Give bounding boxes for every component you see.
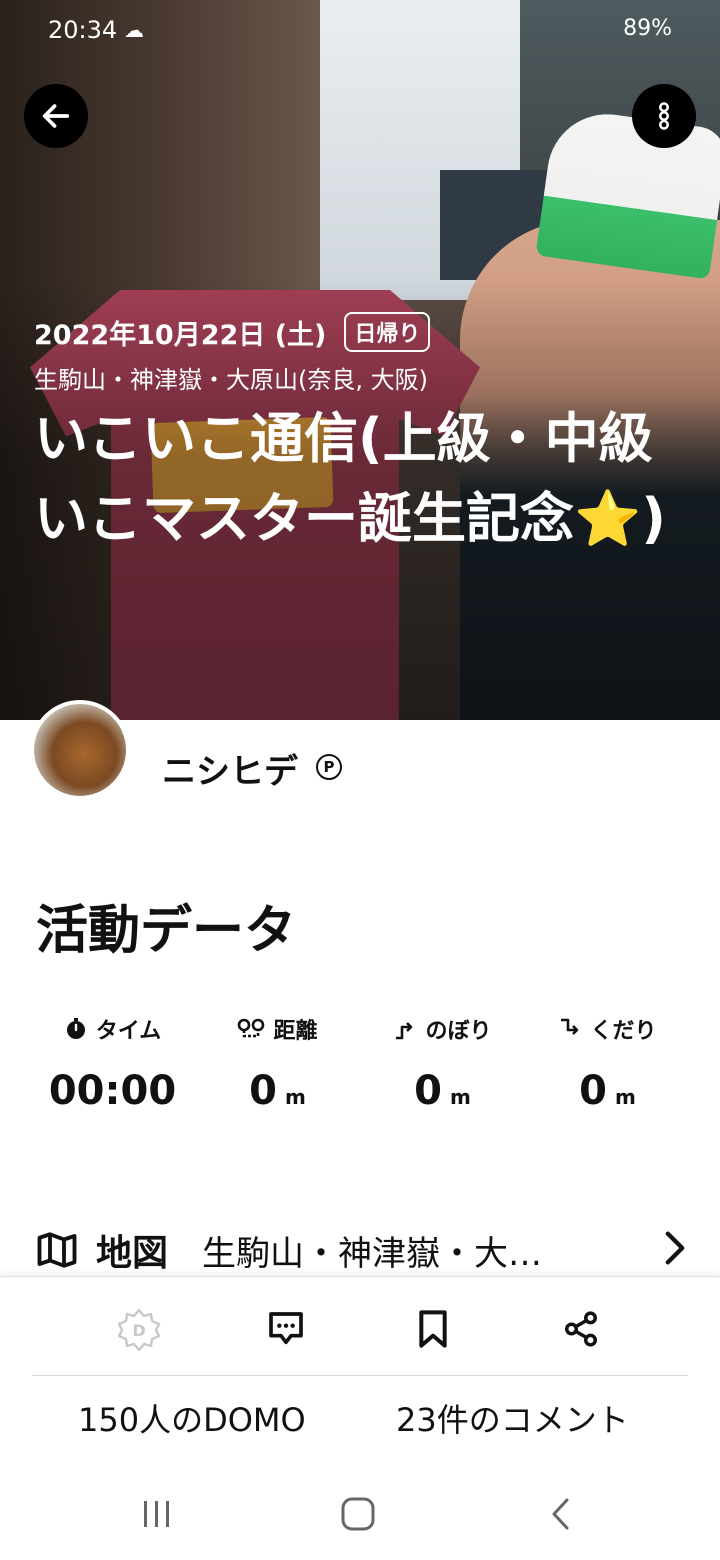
comment-count-link[interactable]: 23件のコメント [396,1395,629,1441]
distance-icon [238,1018,265,1038]
user-name[interactable]: ニシヒデ [162,744,298,793]
comment-button[interactable] [258,1301,314,1357]
recent-apps-button[interactable] [132,1492,182,1536]
bookmark-icon [419,1310,447,1348]
photo-cap [535,106,720,280]
stat-descent-unit: m [615,1085,636,1109]
system-back-button[interactable] [535,1492,585,1536]
stat-descent: くだり 0m [525,1012,690,1114]
svg-text:D: D [132,1321,145,1340]
chevron-left-icon [552,1498,569,1530]
stat-distance-unit: m [285,1085,306,1109]
stat-descent-value: 0 [579,1068,607,1114]
domo-count-link[interactable]: 150人のDOMO [78,1395,306,1441]
map-name: 生駒山・神津嶽・大… [202,1233,543,1274]
premium-badge-icon: P [316,754,342,780]
action-icons: D [0,1301,720,1357]
battery-level: 89% [623,16,672,41]
divider [32,1375,688,1376]
map-icon [37,1232,77,1268]
home-icon [341,1497,375,1531]
day-trip-badge: 日帰り [344,312,431,352]
more-vertical-icon [659,102,669,130]
status-time: 20:34 [48,16,118,44]
back-button[interactable] [24,84,88,148]
stat-ascent-unit: m [450,1085,471,1109]
stat-ascent-label: のぼり [425,1019,492,1044]
action-panel: D 150人のDOMO 23件のコメント [0,1276,720,1466]
home-button[interactable] [333,1492,383,1536]
comment-icon [269,1312,303,1345]
recent-apps-icon [144,1501,169,1527]
stat-ascent: のぼり 0m [360,1012,525,1114]
share-button[interactable] [553,1301,609,1357]
avatar[interactable] [30,700,130,800]
reaction-counts: 150人のDOMO 23件のコメント [0,1395,720,1443]
stat-distance: 距離 0m [195,1012,360,1114]
cloud-icon: ☁ [124,18,144,42]
map-row[interactable]: 地図 生駒山・神津嶽・大… [36,1222,686,1278]
status-bar: 20:34 ☁ 89% [0,0,720,60]
mountain-names[interactable]: 生駒山・神津嶽・大原山(奈良, 大阪) [34,360,684,395]
descent-icon [561,1018,579,1035]
stat-time: タイム 00:00 [30,1012,195,1114]
stat-time-label: タイム [95,1019,162,1044]
domo-icon: D [117,1308,161,1351]
domo-button[interactable]: D [111,1301,167,1357]
arrow-left-icon [42,104,70,128]
stat-time-value: 00:00 [48,1068,177,1114]
stat-descent-label: くだり [590,1019,657,1044]
system-navigation-bar [0,1466,720,1560]
activity-data-title: 活動データ [36,901,297,961]
activity-title: いこいこ通信(上級・中級いこマスター誕生記念⭐) [34,407,666,550]
stat-ascent-value: 0 [414,1068,442,1114]
more-options-button[interactable] [632,84,696,148]
stopwatch-icon [66,1018,85,1039]
map-label: 地図 [96,1233,169,1274]
stat-distance-label: 距離 [273,1019,318,1044]
date-row: 2022年10月22日 (土) 日帰り [34,312,684,352]
chevron-right-icon [665,1231,685,1265]
activity-date: 2022年10月22日 (土) [34,319,327,351]
share-icon [565,1311,597,1347]
stat-distance-value: 0 [249,1068,277,1114]
activity-stats: タイム 00:00 距離 0m のぼり 0m くだり 0 m [30,1012,690,1114]
bookmark-button[interactable] [405,1301,461,1357]
hero-info: 2022年10月22日 (土) 日帰り 生駒山・神津嶽・大原山(奈良, 大阪) … [34,312,684,559]
ascent-icon [396,1022,413,1040]
